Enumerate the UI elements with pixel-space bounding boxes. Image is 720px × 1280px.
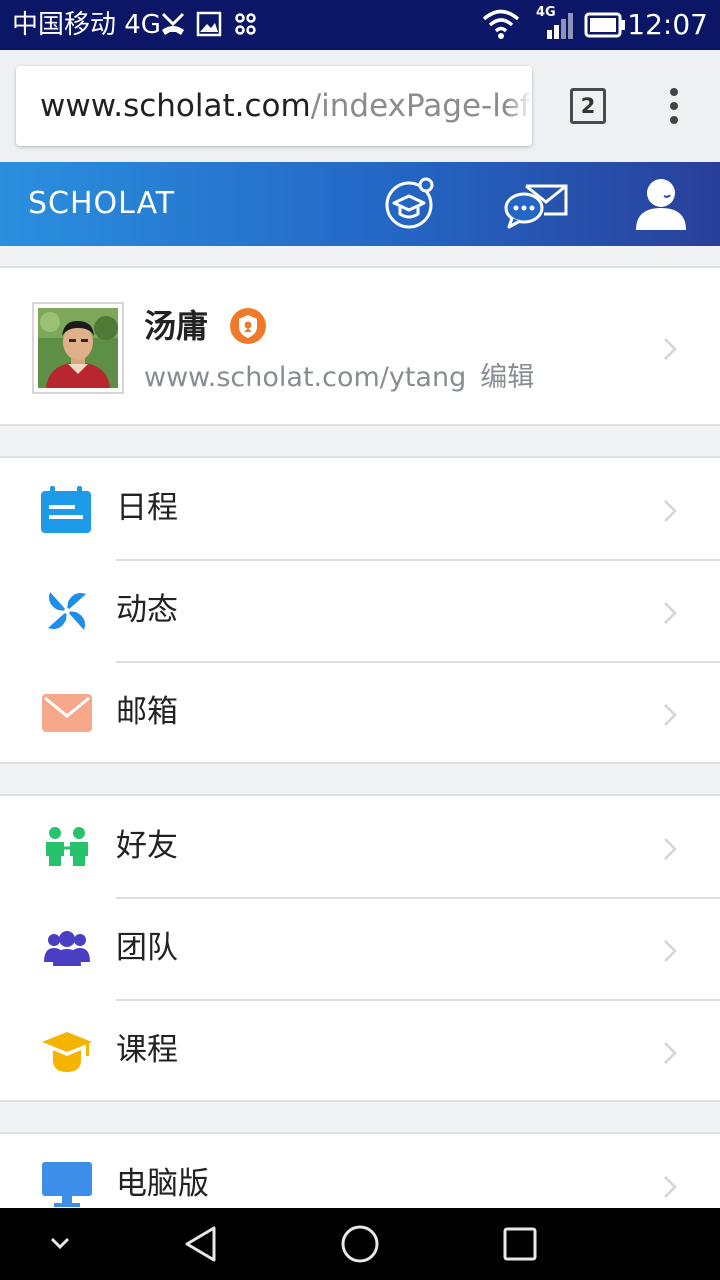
browser-toolbar: www.scholat.com/indexPage-left <box>0 50 720 162</box>
image-icon <box>196 10 222 42</box>
scholar-cap-icon[interactable] <box>384 176 438 234</box>
home-icon[interactable] <box>340 1224 380 1268</box>
call-missed-icon <box>160 10 186 42</box>
chevron-right-icon <box>662 336 678 366</box>
signal-icon <box>546 12 576 44</box>
chevron-right-icon <box>662 1174 678 1204</box>
chevron-right-icon <box>662 836 678 866</box>
desktop-icon <box>42 1162 92 1212</box>
profile-url: www.scholat.com/ytang <box>144 362 467 393</box>
chevron-right-icon <box>662 498 678 528</box>
url-path: /indexPage-left <box>310 88 532 124</box>
calendar-icon <box>40 486 92 538</box>
menu-item-label: 电脑版 <box>116 1166 209 1202</box>
wifi-icon <box>482 8 520 44</box>
status-time: 12:07 <box>627 8 708 41</box>
verified-badge-icon <box>230 308 266 348</box>
menu-item-course[interactable]: 课程 <box>0 1000 720 1102</box>
pinwheel-icon <box>44 588 90 638</box>
friends-icon <box>44 826 90 870</box>
menu-item-label: 邮箱 <box>116 694 178 730</box>
menu-item-label: 课程 <box>116 1032 178 1068</box>
edit-profile-link[interactable]: 编辑 <box>480 362 534 393</box>
mail-icon <box>42 694 92 736</box>
chevron-right-icon <box>662 600 678 630</box>
carrier-label: 中国移动 4G <box>12 10 161 40</box>
menu-item-friends[interactable]: 好友 <box>0 796 720 899</box>
voicemail-icon <box>234 10 258 42</box>
menu-item-label: 动态 <box>116 592 178 628</box>
team-icon <box>44 930 90 970</box>
more-vert-icon[interactable] <box>664 86 684 126</box>
system-nav-bar <box>0 1208 720 1280</box>
user-icon[interactable] <box>634 176 688 236</box>
url-host: www.scholat.com <box>40 88 311 124</box>
collapse-icon[interactable] <box>48 1234 72 1256</box>
menu-item-label: 团队 <box>116 930 178 966</box>
menu-item-team[interactable]: 团队 <box>0 898 720 1001</box>
menu-item-schedule[interactable]: 日程 <box>0 458 720 561</box>
battery-icon <box>584 12 626 42</box>
app-header: SCHOLAT <box>0 162 720 246</box>
messages-icon[interactable] <box>504 180 570 234</box>
menu-item-mailbox[interactable]: 邮箱 <box>0 662 720 764</box>
menu-item-activity[interactable]: 动态 <box>0 560 720 663</box>
menu-group-1: 日程 动态 邮箱 <box>0 456 720 764</box>
menu-item-label: 好友 <box>116 828 178 864</box>
back-icon[interactable] <box>182 1224 220 1268</box>
chevron-right-icon <box>662 702 678 732</box>
tab-switcher-button[interactable]: 2 <box>570 88 606 124</box>
chevron-right-icon <box>662 1040 678 1070</box>
avatar <box>32 302 124 394</box>
profile-url-line: www.scholat.com/ytang 编辑 <box>144 360 534 396</box>
menu-group-2: 好友 团队 课程 <box>0 794 720 1102</box>
url-text: www.scholat.com/indexPage-left <box>40 86 532 126</box>
profile-card[interactable]: 汤庸 www.scholat.com/ytang 编辑 <box>0 266 720 426</box>
url-fade <box>506 66 532 146</box>
chevron-right-icon <box>662 938 678 968</box>
profile-name: 汤庸 <box>144 307 209 345</box>
graduation-cap-icon <box>42 1028 92 1078</box>
url-bar[interactable]: www.scholat.com/indexPage-left <box>16 66 532 146</box>
recents-icon[interactable] <box>502 1226 538 1266</box>
menu-item-label: 日程 <box>116 490 178 526</box>
status-bar: 中国移动 4G 4G 12:07 <box>0 0 720 50</box>
brand-logo[interactable]: SCHOLAT <box>28 184 175 224</box>
